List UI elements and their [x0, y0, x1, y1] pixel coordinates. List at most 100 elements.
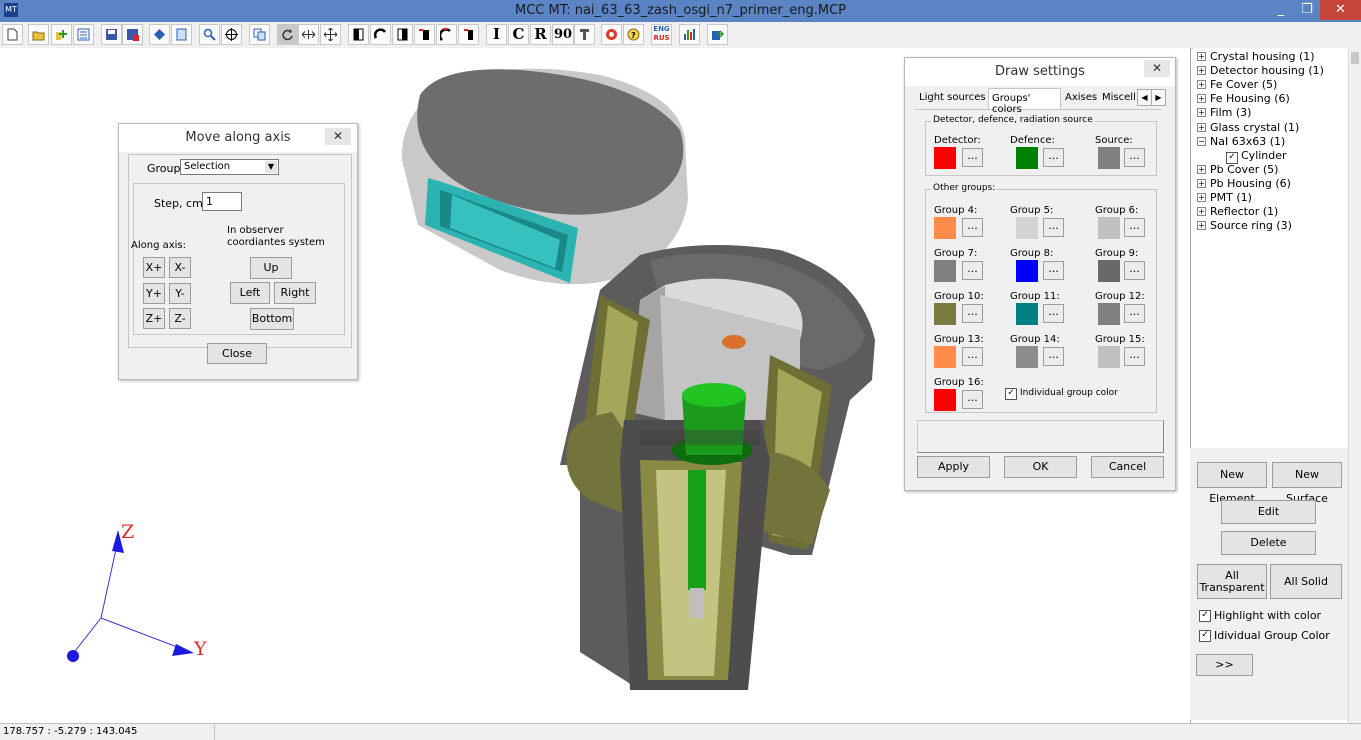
z-minus-button[interactable]: Z- — [169, 308, 191, 329]
collapse-icon[interactable]: − — [1197, 137, 1206, 146]
close-icon[interactable]: ✕ — [325, 128, 351, 145]
i-button[interactable]: I — [486, 24, 507, 45]
tab-scroll-left-icon[interactable]: ◀ — [1137, 89, 1152, 106]
group-select[interactable]: Selection ▼ — [180, 159, 279, 175]
group-color-button[interactable]: ... — [962, 390, 983, 409]
expand-panel-button[interactable]: >> — [1196, 654, 1253, 676]
y-minus-button[interactable]: Y- — [169, 283, 191, 304]
half-box-icon[interactable] — [348, 24, 369, 45]
expand-icon[interactable]: + — [1197, 52, 1206, 61]
copy-icon[interactable] — [249, 24, 270, 45]
close-window-button[interactable]: ✕ — [1320, 0, 1361, 20]
save-icon[interactable] — [101, 24, 122, 45]
left-button[interactable]: Left — [230, 282, 270, 304]
object-tree[interactable]: + Crystal housing (1) + Detector housing (… — [1193, 48, 1348, 448]
tab-axises[interactable]: Axises — [1065, 92, 1097, 103]
expand-icon[interactable]: + — [1197, 193, 1206, 202]
move-cross-icon[interactable] — [320, 24, 341, 45]
bottom-button[interactable]: Bottom — [250, 308, 294, 330]
group-color-button[interactable]: ... — [1124, 304, 1145, 323]
bar-chart-icon[interactable] — [679, 24, 700, 45]
tree-item[interactable]: + Glass crystal (1) — [1197, 121, 1299, 134]
expand-icon[interactable]: + — [1197, 80, 1206, 89]
individual-group-color-checkbox[interactable]: ✓ — [1199, 630, 1211, 642]
expand-icon[interactable]: + — [1197, 165, 1206, 174]
tree-item[interactable]: + Crystal housing (1) — [1197, 50, 1315, 63]
edit-button[interactable]: Edit — [1221, 500, 1316, 524]
all-solid-button[interactable]: All Solid — [1270, 564, 1342, 599]
minimize-button[interactable]: _ — [1268, 0, 1294, 20]
group-color-button[interactable]: ... — [1124, 347, 1145, 366]
x-plus-button[interactable]: X+ — [143, 257, 165, 278]
tree-item[interactable]: + PMT (1) — [1197, 191, 1252, 204]
all-transparent-button[interactable]: All Transparent — [1197, 564, 1267, 599]
diamond-icon[interactable] — [149, 24, 170, 45]
list-icon[interactable] — [73, 24, 94, 45]
right-button[interactable]: Right — [274, 282, 316, 304]
crosshair-icon[interactable] — [221, 24, 242, 45]
save-as-icon[interactable] — [122, 24, 143, 45]
tree-item[interactable]: + Pb Housing (6) — [1197, 177, 1291, 190]
detector-color-button[interactable]: ... — [962, 148, 983, 167]
close-button[interactable]: Close — [207, 343, 267, 364]
new-file-icon[interactable] — [2, 24, 23, 45]
individual-color-checkbox[interactable]: ✓ — [1005, 388, 1017, 400]
arc-icon[interactable] — [370, 24, 391, 45]
expand-icon[interactable]: + — [1197, 66, 1206, 75]
rotate-tool-icon[interactable] — [436, 24, 457, 45]
expand-icon[interactable]: + — [1197, 94, 1206, 103]
document-icon[interactable] — [171, 24, 192, 45]
group-color-button[interactable]: ... — [962, 261, 983, 280]
rotate-icon[interactable] — [277, 24, 298, 45]
open-folder-icon[interactable] — [28, 24, 49, 45]
tree-item[interactable]: + Source ring (3) — [1197, 219, 1292, 232]
restore-button[interactable]: ❐ — [1294, 0, 1320, 20]
r-button[interactable]: R — [530, 24, 551, 45]
tree-item[interactable]: + Fe Housing (6) — [1197, 92, 1290, 105]
new-element-button[interactable]: New Element — [1197, 462, 1267, 505]
tab-scroll-right-icon[interactable]: ▶ — [1151, 89, 1166, 106]
ok-button[interactable]: OK — [1004, 456, 1077, 478]
group-color-button[interactable]: ... — [1124, 218, 1145, 237]
group-color-button[interactable]: ... — [962, 304, 983, 323]
clip-bar-icon[interactable] — [458, 24, 479, 45]
cancel-button[interactable]: Cancel — [1091, 456, 1164, 478]
group-color-button[interactable]: ... — [1124, 261, 1145, 280]
expand-icon[interactable]: + — [1197, 108, 1206, 117]
group-color-button[interactable]: ... — [962, 218, 983, 237]
rotate-90-button[interactable]: 90 — [552, 24, 574, 45]
expand-icon[interactable]: + — [1197, 207, 1206, 216]
c-button[interactable]: C — [508, 24, 529, 45]
tree-item[interactable]: + Reflector (1) — [1197, 205, 1278, 218]
cursor-icon[interactable] — [574, 24, 595, 45]
eng-rus-icon[interactable]: ENG RUS — [651, 24, 672, 45]
group-color-button[interactable]: ... — [1043, 304, 1064, 323]
scrollbar-thumb[interactable] — [1351, 52, 1359, 64]
tab-miscellaneous[interactable]: Miscella — [1102, 92, 1135, 103]
export-icon[interactable] — [707, 24, 728, 45]
step-input[interactable] — [202, 192, 242, 211]
up-button[interactable]: Up — [250, 257, 292, 279]
source-color-button[interactable]: ... — [1124, 148, 1145, 167]
tab-light-sources[interactable]: Light sources — [919, 92, 986, 103]
search-icon[interactable] — [199, 24, 220, 45]
group-color-button[interactable]: ... — [962, 347, 983, 366]
new-surface-button[interactable]: New Surface — [1272, 462, 1342, 505]
z-plus-button[interactable]: Z+ — [143, 308, 165, 329]
highlight-checkbox[interactable]: ✓ — [1199, 610, 1211, 622]
x-minus-button[interactable]: X- — [169, 257, 191, 278]
close-icon[interactable]: ✕ — [1144, 60, 1170, 77]
expand-icon[interactable]: + — [1197, 123, 1206, 132]
tree-item[interactable]: + Detector housing (1) — [1197, 64, 1324, 77]
add-file-icon[interactable] — [51, 24, 72, 45]
tree-item-cylinder[interactable]: ✓ Cylinder — [1226, 149, 1287, 164]
expand-icon[interactable]: + — [1197, 179, 1206, 188]
delete-button[interactable]: Delete — [1221, 531, 1316, 555]
vertical-scrollbar[interactable] — [1348, 48, 1361, 723]
lifebuoy-icon[interactable] — [601, 24, 622, 45]
defence-color-button[interactable]: ... — [1043, 148, 1064, 167]
help-icon[interactable]: ? — [623, 24, 644, 45]
group-color-button[interactable]: ... — [1043, 261, 1064, 280]
group-color-button[interactable]: ... — [1043, 347, 1064, 366]
move-horizontal-icon[interactable] — [298, 24, 319, 45]
